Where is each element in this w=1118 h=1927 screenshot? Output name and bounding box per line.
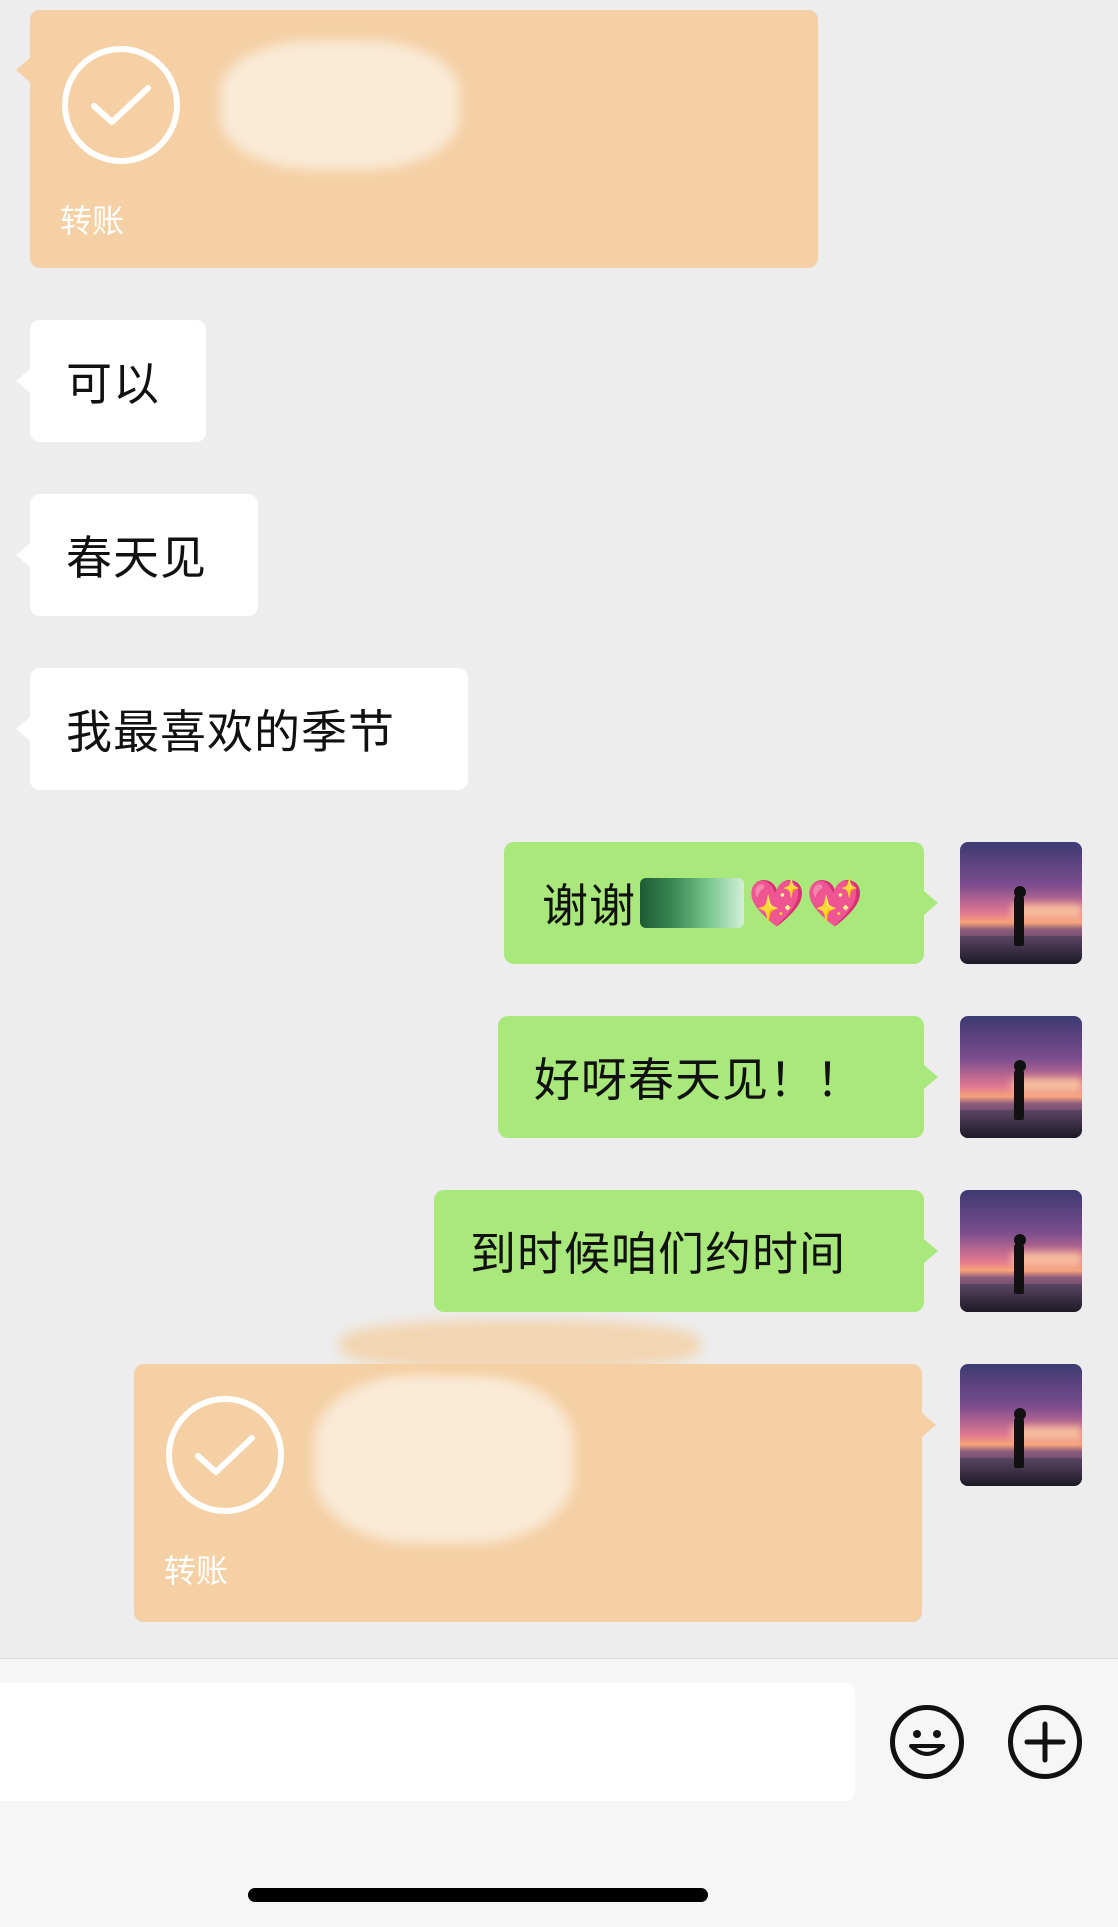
bubble-tail [16, 543, 30, 567]
bubble-tail [924, 1065, 938, 1089]
user-avatar[interactable] [960, 842, 1082, 964]
message-content: 谢谢 💖💖 [504, 842, 924, 964]
message-text: 我最喜欢的季节 [66, 705, 395, 759]
message-input[interactable] [0, 1683, 855, 1801]
transfer-label: 转账 [60, 202, 125, 240]
message-text: 可以 [66, 357, 160, 411]
check-circle-icon [62, 46, 180, 164]
incoming-transfer-card[interactable]: 转账 [30, 10, 818, 268]
redacted-smear-overflow [340, 1320, 700, 1370]
outgoing-transfer-card[interactable]: 转账 [134, 1364, 922, 1622]
bubble-tail [924, 891, 938, 915]
incoming-text-bubble[interactable]: 春天见 [30, 494, 258, 616]
redacted-amount-smear [314, 1374, 574, 1544]
message-text: 到时候咱们约时间 [470, 1227, 846, 1281]
redacted-name-scribble [640, 878, 744, 928]
outgoing-text-bubble[interactable]: 好呀春天见！！ [498, 1016, 924, 1138]
heart-emoji: 💖💖 [748, 875, 865, 930]
check-circle-icon [166, 1396, 284, 1514]
user-avatar[interactable] [960, 1190, 1082, 1312]
incoming-text-bubble[interactable]: 我最喜欢的季节 [30, 668, 468, 790]
message-text: 春天见 [66, 531, 207, 585]
smiley-icon[interactable] [890, 1705, 964, 1779]
bubble-tail [924, 1239, 938, 1263]
redacted-amount-smear [220, 40, 460, 170]
outgoing-text-bubble[interactable]: 到时候咱们约时间 [434, 1190, 924, 1312]
incoming-text-bubble[interactable]: 可以 [30, 320, 206, 442]
bubble-tail [16, 717, 30, 741]
home-indicator[interactable] [248, 1888, 708, 1902]
outgoing-text-bubble[interactable]: 谢谢 💖💖 [504, 842, 924, 964]
bubble-tail [922, 1413, 936, 1437]
user-avatar[interactable] [960, 1016, 1082, 1138]
plus-icon[interactable] [1008, 1705, 1082, 1779]
message-text: 谢谢 [542, 879, 636, 933]
transfer-label: 转账 [164, 1552, 229, 1590]
input-bar [0, 1658, 1118, 1927]
bubble-tail [16, 369, 30, 393]
message-text: 好呀春天见！！ [534, 1053, 863, 1107]
user-avatar[interactable] [960, 1364, 1082, 1486]
bubble-tail [16, 58, 30, 82]
